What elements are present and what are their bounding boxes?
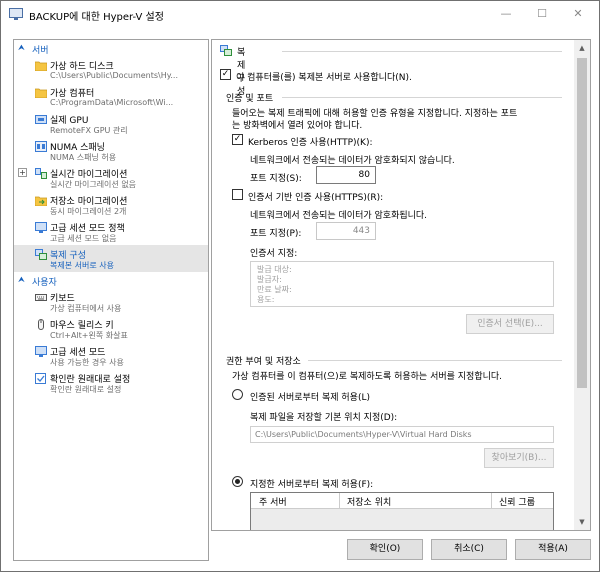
mouse-icon — [38, 319, 44, 330]
title-bar: BACKUP에 대한 Hyper-V 설정 — ☐ ✕ — [1, 1, 599, 29]
collapse-chevron-icon: ⮝ — [18, 275, 25, 284]
collapse-chevron-icon: ⮝ — [18, 43, 25, 52]
gpu-icon — [35, 115, 47, 124]
allow-any-server-label: 인증된 서버로부터 복제 허용(L) — [250, 393, 370, 403]
replication-icon — [220, 45, 232, 56]
certificate-auth-checkbox[interactable] — [232, 189, 243, 200]
certificate-spec-label: 인증서 지정: — [250, 249, 298, 259]
kerberos-note: 네트워크에서 전송되는 데이터가 암호화되지 않습니다. — [250, 156, 455, 166]
ok-button[interactable]: 확인(O) — [347, 539, 423, 560]
group-divider — [308, 360, 562, 361]
table-header-row: 주 서버 저장소 위치 신뢰 그룹 — [251, 493, 553, 509]
auth-description-2: 는 방화벽에서 열려 있어야 합니다. — [232, 121, 363, 131]
replication-settings-panel: 복제 구성 ✓ 이 컴퓨터를(를) 복제본 서버로 사용합니다(N). 인증 및… — [211, 39, 591, 531]
header-divider — [282, 51, 562, 52]
folder-icon — [35, 61, 47, 71]
allow-any-server-radio[interactable] — [232, 389, 243, 400]
column-separator — [491, 493, 492, 509]
authorized-servers-table[interactable]: 주 서버 저장소 위치 신뢰 그룹 — [250, 492, 554, 530]
group-divider — [282, 97, 562, 98]
column-primary-server[interactable]: 주 서버 — [259, 495, 287, 508]
authorization-description: 가상 컴퓨터를 이 컴퓨터(으)로 복제하도록 허용하는 서버를 지정합니다. — [232, 372, 503, 382]
nav-item-virtual-machines[interactable]: 가상 컴퓨터 C:\ProgramData\Microsoft\Wi... — [14, 83, 208, 110]
certificate-details-box: 발급 대상: 발급자: 만료 날짜: 용도: — [250, 261, 554, 307]
select-certificate-button[interactable]: 인증서 선택(E)... — [466, 314, 554, 334]
nav-item-mouse-release-key[interactable]: 마우스 릴리스 키 Ctrl+Alt+왼쪽 화살표 — [14, 315, 208, 342]
apply-button[interactable]: 적용(A) — [515, 539, 591, 560]
nav-item-storage-migration[interactable]: 저장소 마이그레이션 동시 마이그레이션 2개 — [14, 191, 208, 218]
nav-item-physical-gpu[interactable]: 실제 GPU RemoteFX GPU 관리 — [14, 110, 208, 137]
allow-specified-servers-label: 지정한 서버로부터 복제 허용(F): — [250, 480, 374, 490]
nav-item-virtual-hard-disks[interactable]: 가상 하드 디스크 C:\Users\Public\Documents\Hy..… — [14, 56, 208, 83]
session-mode-icon — [35, 346, 47, 357]
migration-icon — [35, 168, 47, 179]
enable-replica-label: 이 컴퓨터를(를) 복제본 서버로 사용합니다(N). — [236, 73, 412, 83]
folder-icon — [35, 88, 47, 98]
default-location-input[interactable]: C:\Users\Public\Documents\Hyper-V\Virtua… — [250, 426, 554, 443]
replication-icon — [35, 249, 47, 260]
certificate-note: 네트워크에서 전송되는 데이터가 암호화됩니다. — [250, 211, 428, 221]
nav-item-keyboard[interactable]: 키보드 가상 컴퓨터에서 사용 — [14, 288, 208, 315]
certificate-port-input[interactable]: 443 — [316, 222, 376, 240]
window-title: BACKUP에 대한 Hyper-V 설정 — [29, 12, 164, 23]
scroll-up-arrow-icon[interactable]: ▲ — [574, 40, 590, 56]
storage-migration-icon — [35, 196, 47, 206]
vertical-scrollbar[interactable]: ▲ ▼ — [574, 40, 590, 530]
settings-window: BACKUP에 대한 Hyper-V 설정 — ☐ ✕ ⮝ 서버 가상 하드 디… — [0, 0, 600, 572]
column-separator — [339, 493, 340, 509]
nav-item-enhanced-session-mode[interactable]: 고급 세션 모드 사용 가능한 경우 사용 — [14, 342, 208, 369]
reset-checkbox-icon — [35, 373, 46, 384]
keyboard-icon — [35, 294, 47, 301]
certificate-purpose: 용도: — [257, 295, 275, 304]
close-button[interactable]: ✕ — [563, 5, 593, 23]
hyperv-app-icon — [9, 8, 23, 20]
certificate-port-label: 포트 지정(P): — [250, 229, 302, 239]
kerberos-label: Kerberos 인증 사용(HTTP)(K): — [248, 138, 373, 148]
cancel-button[interactable]: 취소(C) — [431, 539, 507, 560]
browse-button[interactable]: 찾아보기(B)... — [484, 448, 554, 468]
nav-item-replication-configuration[interactable]: 복제 구성 복제본 서버로 사용 — [14, 245, 208, 272]
allow-specified-servers-radio[interactable] — [232, 476, 243, 487]
settings-nav-tree: ⮝ 서버 가상 하드 디스크 C:\Users\Public\Documents… — [13, 39, 209, 561]
column-trust-group[interactable]: 신뢰 그룹 — [499, 495, 535, 508]
user-section-header[interactable]: ⮝ 사용자 — [14, 274, 208, 288]
enable-replica-checkbox[interactable]: ✓ — [220, 69, 231, 80]
kerberos-checkbox[interactable]: ✓ — [232, 134, 243, 145]
default-location-label: 복제 파일을 저장할 기본 위치 지정(D): — [250, 413, 398, 423]
nav-item-live-migration[interactable]: + 실시간 마이그레이션 실시간 마이그레이션 없음 — [14, 164, 208, 191]
session-policy-icon — [35, 222, 47, 233]
column-storage-location[interactable]: 저장소 위치 — [347, 495, 391, 508]
scroll-down-arrow-icon[interactable]: ▼ — [574, 514, 590, 530]
certificate-auth-label: 인증서 기반 인증 사용(HTTPS)(R): — [248, 193, 384, 203]
expand-plus-icon[interactable]: + — [18, 168, 27, 177]
numa-icon — [35, 141, 47, 152]
minimize-button[interactable]: — — [491, 5, 521, 23]
nav-item-reset-check-boxes[interactable]: 확인란 원래대로 설정 확인란 원래대로 설정 — [14, 369, 208, 396]
auth-group-label: 인증 및 포트 — [226, 94, 274, 104]
kerberos-port-input[interactable]: 80 — [316, 166, 376, 184]
server-section-header[interactable]: ⮝ 서버 — [14, 42, 208, 56]
maximize-button[interactable]: ☐ — [527, 5, 557, 23]
nav-item-numa-spanning[interactable]: NUMA 스패닝 NUMA 스패닝 허용 — [14, 137, 208, 164]
authorization-group-label: 권한 부여 및 저장소 — [226, 357, 301, 367]
scroll-thumb[interactable] — [577, 58, 587, 388]
kerberos-port-label: 포트 지정(S): — [250, 174, 302, 184]
nav-item-enhanced-session-policy[interactable]: 고급 세션 모드 정책 고급 세션 모드 없음 — [14, 218, 208, 245]
